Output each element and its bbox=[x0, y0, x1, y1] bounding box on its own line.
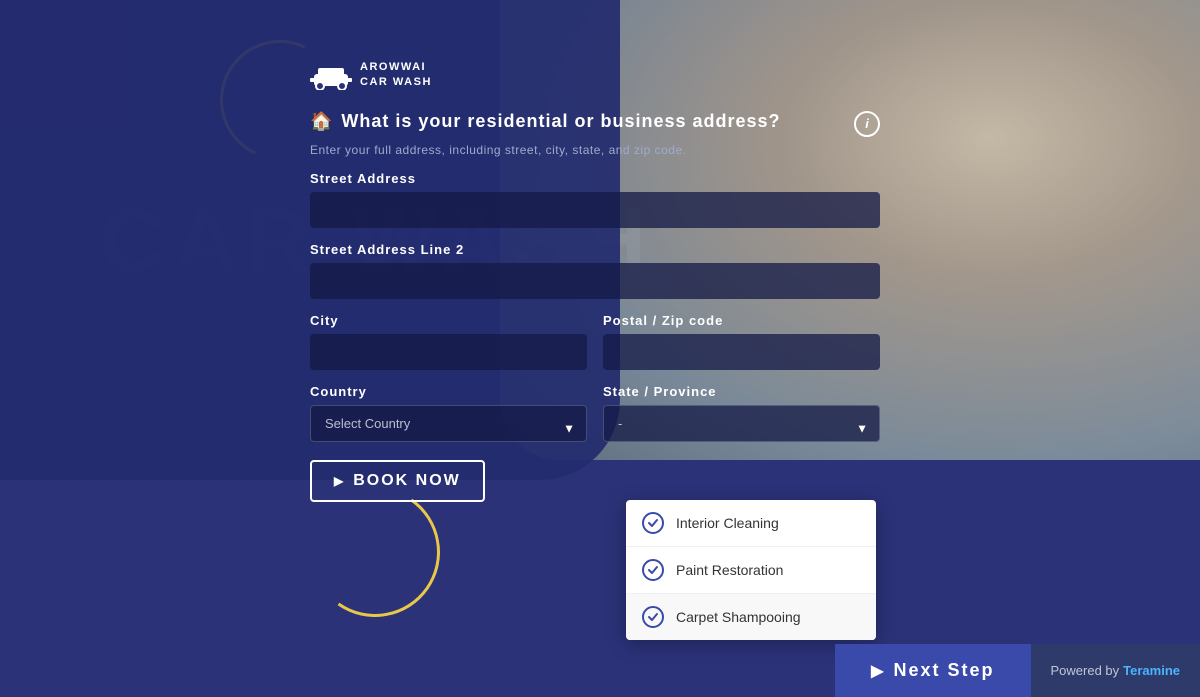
powered-by-label: Powered by Teramine bbox=[1031, 644, 1200, 697]
dropdown-item-carpet-label: Carpet Shampooing bbox=[676, 609, 801, 625]
dropdown-item-carpet[interactable]: Carpet Shampooing bbox=[626, 594, 876, 640]
info-icon[interactable]: i bbox=[854, 111, 880, 137]
street-address2-label: Street Address Line 2 bbox=[310, 242, 880, 257]
question-subtitle: Enter your full address, including stree… bbox=[310, 143, 880, 157]
question-title: 🏠 What is your residential or business a… bbox=[310, 111, 781, 132]
check-icon-paint bbox=[642, 559, 664, 581]
postal-input[interactable] bbox=[603, 334, 880, 370]
state-select-wrapper: - ▼ bbox=[603, 405, 880, 456]
check-icon-interior bbox=[642, 512, 664, 534]
car-wash-logo-icon bbox=[310, 60, 352, 90]
dropdown-item-interior-label: Interior Cleaning bbox=[676, 515, 779, 531]
state-select[interactable]: - bbox=[603, 405, 880, 442]
check-icon-carpet bbox=[642, 606, 664, 628]
city-label: City bbox=[310, 313, 587, 328]
next-arrow-icon: ▶ bbox=[871, 661, 885, 681]
address-form: AROWWAI CAR WASH 🏠 What is your resident… bbox=[310, 60, 880, 502]
services-dropdown: Interior Cleaning Paint Restoration Carp… bbox=[626, 500, 876, 640]
question-header: 🏠 What is your residential or business a… bbox=[310, 111, 880, 137]
book-now-button[interactable]: ▶ BOOK NOW bbox=[310, 460, 485, 502]
country-select-wrapper: Select Country ▼ bbox=[310, 405, 587, 456]
play-icon: ▶ bbox=[334, 474, 345, 488]
state-label: State / Province bbox=[603, 384, 880, 399]
dropdown-item-interior[interactable]: Interior Cleaning bbox=[626, 500, 876, 547]
street-address2-input[interactable] bbox=[310, 263, 880, 299]
street-address-label: Street Address bbox=[310, 171, 880, 186]
logo-text: AROWWAI CAR WASH bbox=[360, 60, 432, 91]
bottom-bar: ▶ Next Step Powered by Teramine bbox=[835, 644, 1200, 697]
postal-label: Postal / Zip code bbox=[603, 313, 880, 328]
country-select[interactable]: Select Country bbox=[310, 405, 587, 442]
street-address-input[interactable] bbox=[310, 192, 880, 228]
country-label: Country bbox=[310, 384, 587, 399]
dropdown-item-paint-label: Paint Restoration bbox=[676, 562, 783, 578]
home-icon: 🏠 bbox=[310, 111, 333, 132]
logo-area: AROWWAI CAR WASH bbox=[310, 60, 880, 91]
city-input[interactable] bbox=[310, 334, 587, 370]
dropdown-item-paint[interactable]: Paint Restoration bbox=[626, 547, 876, 594]
next-step-button[interactable]: ▶ Next Step bbox=[835, 644, 1030, 697]
